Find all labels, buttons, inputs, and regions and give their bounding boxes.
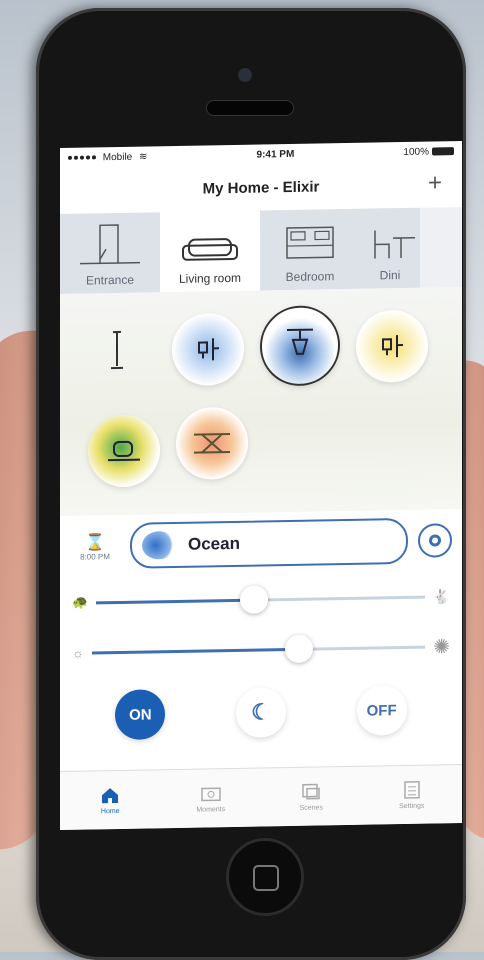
speed-slider-knob[interactable] <box>239 584 268 614</box>
table-lamp-icon <box>108 440 140 462</box>
scenes-icon <box>302 783 320 799</box>
timer[interactable]: ⌛ 8:00 PM <box>70 531 120 561</box>
lights-grid <box>60 286 462 516</box>
light-table-lamp-green[interactable] <box>88 414 160 488</box>
timer-icon: ⌛ <box>85 533 105 552</box>
bottom-tab-bar: Home Moments Scenes Settings <box>60 763 463 830</box>
carrier-label: Mobile <box>102 151 133 163</box>
bright-sun-icon: ✺ <box>433 635 450 658</box>
page-title: My Home - Elixir <box>202 177 320 198</box>
tab-label: Settings <box>399 802 425 810</box>
bed-icon <box>286 226 334 259</box>
scene-selector[interactable]: Ocean <box>130 517 408 569</box>
light-desk-lamp-yellow[interactable] <box>356 309 428 383</box>
app-screen: Mobile ≋ 9:41 PM 100% My Home - Elixir +… <box>60 140 463 831</box>
tab-label: Moments <box>196 805 226 814</box>
room-label: Dini <box>379 268 401 283</box>
home-hardware-button[interactable] <box>226 838 304 916</box>
room-label: Entrance <box>85 272 135 288</box>
off-button[interactable]: OFF <box>356 684 407 736</box>
scene-name: Ocean <box>188 533 240 554</box>
nav-header: My Home - Elixir + <box>60 161 462 214</box>
entrance-icon <box>80 224 140 265</box>
rabbit-icon: 🐇 <box>432 587 450 604</box>
home-icon <box>102 787 119 803</box>
ocean-scene-icon <box>142 530 176 560</box>
battery-label: 100% <box>403 146 429 158</box>
battery-icon <box>431 146 454 156</box>
tab-bedroom[interactable]: Bedroom <box>260 208 360 291</box>
brightness-slider-knob[interactable] <box>284 634 313 663</box>
pendant-lamp-icon <box>287 328 313 355</box>
room-label: Living room <box>178 270 242 286</box>
tab-living-room[interactable]: Living room <box>160 210 260 293</box>
dim-sun-icon: ☼ <box>72 645 84 661</box>
tab-settings[interactable]: Settings <box>362 765 463 825</box>
timer-label: 8:00 PM <box>80 551 110 562</box>
power-controls: ON ☾ OFF <box>60 671 462 754</box>
light-desk-lamp-blue[interactable] <box>172 312 244 387</box>
brightness-slider: ☼ ✺ <box>60 621 462 678</box>
tab-label: Scenes <box>299 803 323 812</box>
light-strip-icon <box>194 433 230 454</box>
desk-lamp-icon <box>382 335 403 358</box>
speed-slider: 🐢 🐇 <box>60 571 462 628</box>
tab-moments[interactable]: Moments <box>161 768 262 828</box>
tab-dining[interactable]: Dini <box>360 207 420 289</box>
front-camera <box>238 68 252 82</box>
dining-icon <box>374 230 415 259</box>
tab-label: Home <box>100 807 120 815</box>
light-floor-lamp[interactable] <box>80 314 152 387</box>
wifi-icon: ≋ <box>139 150 148 163</box>
light-strip-orange[interactable] <box>176 406 248 480</box>
floor-lamp-icon <box>111 330 123 370</box>
brightness-slider-track[interactable] <box>91 634 426 663</box>
tab-entrance[interactable]: Entrance <box>60 212 160 294</box>
sofa-icon <box>182 238 238 261</box>
desk-lamp-icon <box>198 338 219 361</box>
night-mode-button[interactable]: ☾ <box>235 687 286 738</box>
tab-home[interactable]: Home <box>60 770 161 830</box>
room-label: Bedroom <box>285 269 335 285</box>
on-button[interactable]: ON <box>115 689 166 741</box>
tab-scenes[interactable]: Scenes <box>261 767 362 827</box>
light-pendant-selected[interactable] <box>260 305 340 387</box>
moon-icon: ☾ <box>251 699 271 725</box>
target-icon <box>429 534 441 547</box>
turtle-icon: 🐢 <box>72 594 89 610</box>
add-button[interactable]: + <box>428 169 442 197</box>
room-tabs: Entrance Living room Bedroom Dini <box>60 206 462 294</box>
settings-icon <box>404 780 420 799</box>
speed-slider-track[interactable] <box>96 584 425 614</box>
scene-target-button[interactable] <box>418 523 452 558</box>
clock-label: 9:41 PM <box>256 148 295 161</box>
earpiece-speaker <box>206 100 294 116</box>
scene-row: ⌛ 8:00 PM Ocean <box>60 509 462 578</box>
camera-icon <box>201 786 221 801</box>
